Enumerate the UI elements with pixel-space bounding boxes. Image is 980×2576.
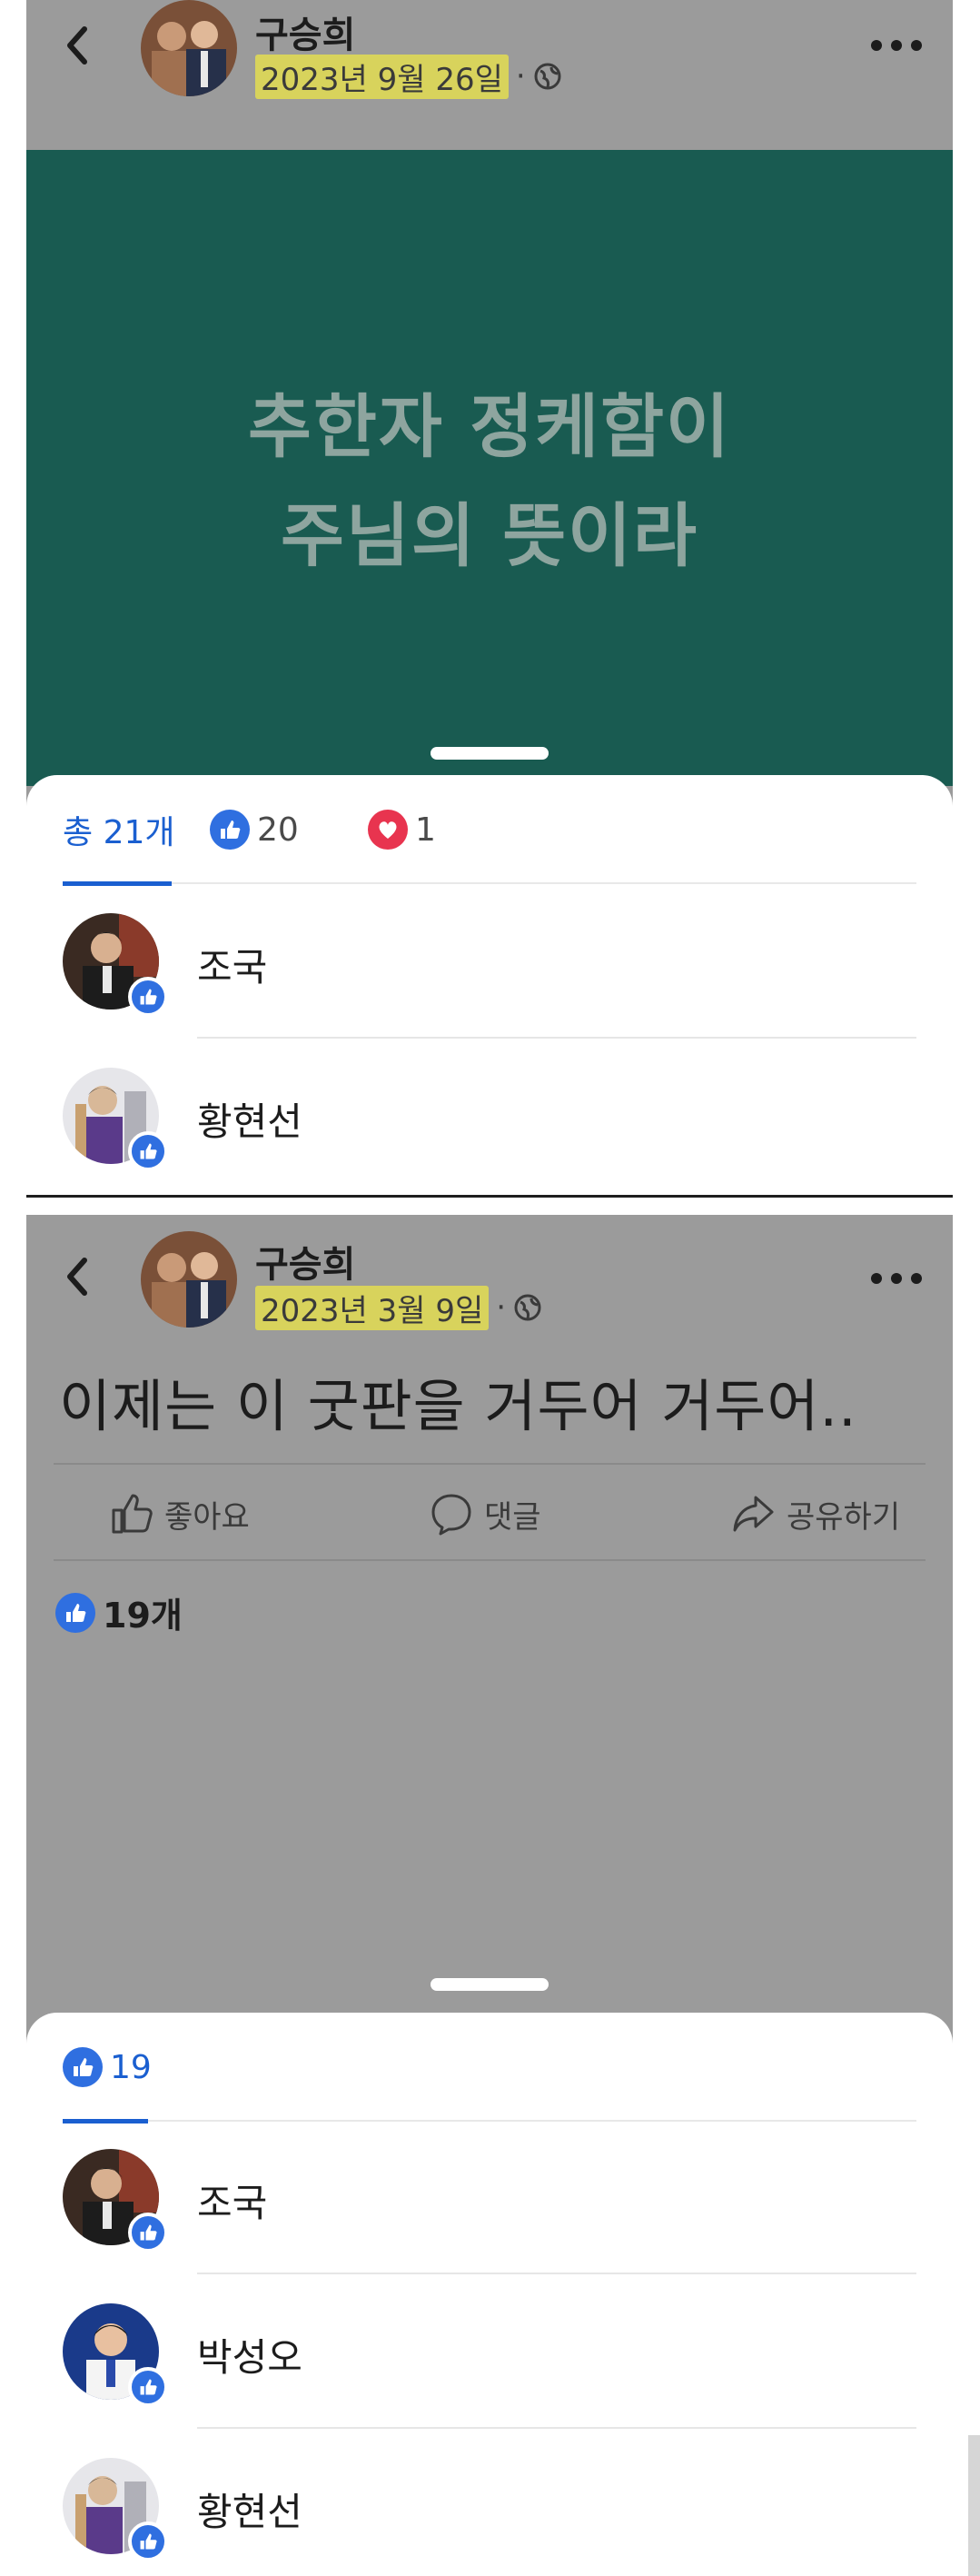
author-name[interactable]: 구승희 [255, 1235, 355, 1288]
reactor-name[interactable]: 박성오 [197, 2327, 302, 2382]
tab-all[interactable]: 총 21개 [63, 807, 175, 886]
post-screenshot-2: 구승희 2023년 3월 9일 · 이제는 이 굿판을 거두어 거두어.. 좋아… [26, 1215, 953, 2576]
like-button-label: 좋아요 [164, 1498, 250, 1536]
post-image-text: 추한자 정케함이 주님의 뜻이라 [26, 373, 953, 591]
post-image-line-1: 추한자 정케함이 [248, 386, 731, 467]
tab-love[interactable]: 1 [368, 807, 436, 852]
like-icon [55, 1592, 95, 1633]
like-outline-icon [112, 1494, 153, 1534]
more-icon[interactable] [871, 36, 922, 55]
back-chevron-icon[interactable] [59, 18, 95, 73]
post-screenshot-1: 구승희 2023년 9월 26일 · 추한자 정케함이 주님의 뜻이라 총 21… [26, 0, 953, 1195]
post-image-line-2: 주님의 뜻이라 [281, 495, 698, 576]
edge-strip [968, 2435, 980, 2576]
like-count: 19 [110, 2048, 152, 2086]
reactor-row[interactable]: 황현선 [63, 2431, 916, 2576]
share-button-label: 공유하기 [787, 1498, 901, 1536]
globe-icon [514, 1294, 541, 1321]
tab-like[interactable]: 20 [210, 807, 299, 852]
row-divider [197, 1037, 916, 1039]
more-icon[interactable] [871, 1269, 922, 1288]
reactor-row[interactable]: 조국 [63, 886, 916, 1039]
row-divider [197, 2427, 916, 2429]
like-badge-icon [128, 2521, 168, 2561]
like-badge-icon [128, 2367, 168, 2407]
reactions-sheet: 19 조국 박성오 황현선 [26, 2013, 953, 2576]
like-icon [63, 2047, 103, 2087]
likes-summary[interactable]: 19개 [55, 1587, 183, 1637]
comment-icon [431, 1494, 471, 1536]
like-badge-icon [128, 2213, 168, 2253]
post-meta: 2023년 9월 26일 · [255, 54, 562, 99]
author-avatar[interactable] [141, 0, 237, 96]
reaction-tabs: 총 21개 20 1 [63, 775, 916, 886]
globe-icon [534, 63, 561, 90]
post-action-bar: 좋아요 댓글 공유하기 [54, 1463, 926, 1561]
back-chevron-icon[interactable] [59, 1249, 95, 1304]
reactor-row[interactable]: 박성오 [63, 2276, 916, 2429]
comment-button[interactable]: 댓글 [428, 1490, 541, 1537]
row-divider [197, 2273, 916, 2274]
post-date[interactable]: 2023년 9월 26일 [255, 54, 509, 99]
like-icon [210, 810, 250, 850]
love-icon [368, 810, 408, 850]
post-date[interactable]: 2023년 3월 9일 [255, 1285, 490, 1330]
share-icon [733, 1496, 774, 1532]
share-button[interactable]: 공유하기 [730, 1490, 900, 1537]
reactor-name[interactable]: 조국 [197, 2173, 267, 2228]
sheet-drag-handle[interactable] [431, 747, 549, 760]
author-name[interactable]: 구승희 [255, 5, 355, 58]
reactor-name[interactable]: 황현선 [197, 1091, 302, 1147]
post-meta: 2023년 3월 9일 · [255, 1285, 542, 1330]
like-button[interactable]: 좋아요 [108, 1490, 250, 1537]
sheet-drag-handle[interactable] [431, 1978, 549, 1991]
meta-separator: · [496, 1289, 507, 1326]
like-count: 20 [257, 811, 299, 849]
post-header: 구승희 2023년 3월 9일 · [26, 1215, 953, 1351]
post-body-text: 이제는 이 굿판을 거두어 거두어.. [59, 1373, 857, 1439]
reactor-name[interactable]: 황현선 [197, 2482, 302, 2537]
reactions-sheet: 총 21개 20 1 조국 황현선 [26, 775, 953, 1195]
like-badge-icon [128, 977, 168, 1017]
comment-button-label: 댓글 [484, 1498, 541, 1536]
post-image: 추한자 정케함이 주님의 뜻이라 [26, 150, 953, 786]
tab-like[interactable]: 19 [63, 2044, 152, 2123]
reactor-row[interactable]: 황현선 [63, 1040, 916, 1193]
reactor-row[interactable]: 조국 [63, 2122, 916, 2274]
screenshot-collage: 구승희 2023년 9월 26일 · 추한자 정케함이 주님의 뜻이라 총 21… [0, 0, 980, 2576]
reactor-name[interactable]: 조국 [197, 937, 267, 992]
likes-summary-count: 19개 [103, 1596, 183, 1636]
screenshot-divider [26, 1195, 953, 1215]
tab-all-label: 총 21개 [63, 814, 175, 851]
meta-separator: · [515, 58, 526, 94]
author-avatar[interactable] [141, 1231, 237, 1328]
post-header: 구승희 2023년 9월 26일 · [26, 0, 953, 109]
love-count: 1 [415, 811, 436, 849]
reaction-tabs: 19 [63, 2013, 916, 2123]
like-badge-icon [128, 1131, 168, 1171]
